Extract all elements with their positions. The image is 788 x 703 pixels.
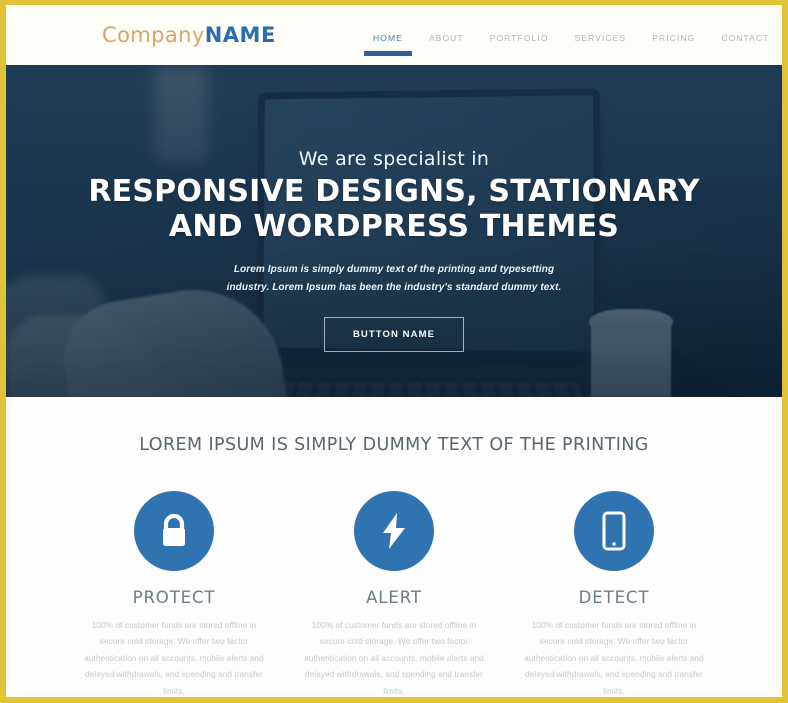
feature-title: ALERT [366,588,422,607]
feature-body: 100% of customer funds are stored offlin… [524,621,704,696]
features-heading: LOREM IPSUM IS SIMPLY DUMMY TEXT OF THE … [139,435,649,455]
feature-body: 100% of customer funds are stored offlin… [84,621,264,696]
hero-content: We are specialist in RESPONSIVE DESIGNS,… [6,65,782,352]
features-section: LOREM IPSUM IS SIMPLY DUMMY TEXT OF THE … [6,397,782,696]
hero-title-line-2: AND WORDPRESS THEMES [168,208,620,244]
nav-item-contact[interactable]: CONTACT [708,33,782,56]
hero-cta-button[interactable]: BUTTON NAME [324,317,464,352]
logo-text-primary: Company [102,22,205,47]
lightning-bolt-icon [354,491,434,571]
hero-title: RESPONSIVE DESIGNS, STATIONARY AND WORDP… [6,174,782,244]
features-row: PROTECT 100% of customer funds are store… [6,491,782,697]
mobile-phone-icon [574,491,654,571]
feature-title: PROTECT [132,588,216,607]
feature-card-protect: PROTECT 100% of customer funds are store… [64,491,284,697]
main-navigation: HOME ABOUT PORTFOLIO SERVICES PRICING CO… [360,33,782,56]
page-inner: CompanyNAME HOME ABOUT PORTFOLIO SERVICE… [6,5,782,697]
hero-kicker: We are specialist in [298,148,490,170]
nav-item-portfolio[interactable]: PORTFOLIO [477,33,562,56]
lock-icon [134,491,214,571]
nav-item-home[interactable]: HOME [360,33,416,56]
nav-item-about[interactable]: ABOUT [416,33,477,56]
nav-item-pricing[interactable]: PRICING [639,33,708,56]
hero-section: We are specialist in RESPONSIVE DESIGNS,… [6,65,782,397]
logo-text-secondary: NAME [204,22,276,47]
feature-title: DETECT [578,588,650,607]
feature-body: 100% of customer funds are stored offlin… [304,621,484,696]
feature-card-alert: ALERT 100% of customer funds are stored … [284,491,504,697]
hero-title-line-1: RESPONSIVE DESIGNS, STATIONARY [88,174,700,209]
site-header: CompanyNAME HOME ABOUT PORTFOLIO SERVICE… [6,5,782,65]
site-logo[interactable]: CompanyNAME [102,22,276,47]
nav-item-services[interactable]: SERVICES [562,33,640,56]
page-frame: CompanyNAME HOME ABOUT PORTFOLIO SERVICE… [0,0,788,703]
feature-card-detect: DETECT 100% of customer funds are stored… [504,491,724,697]
hero-subtitle: Lorem Ipsum is simply dummy text of the … [226,264,562,293]
